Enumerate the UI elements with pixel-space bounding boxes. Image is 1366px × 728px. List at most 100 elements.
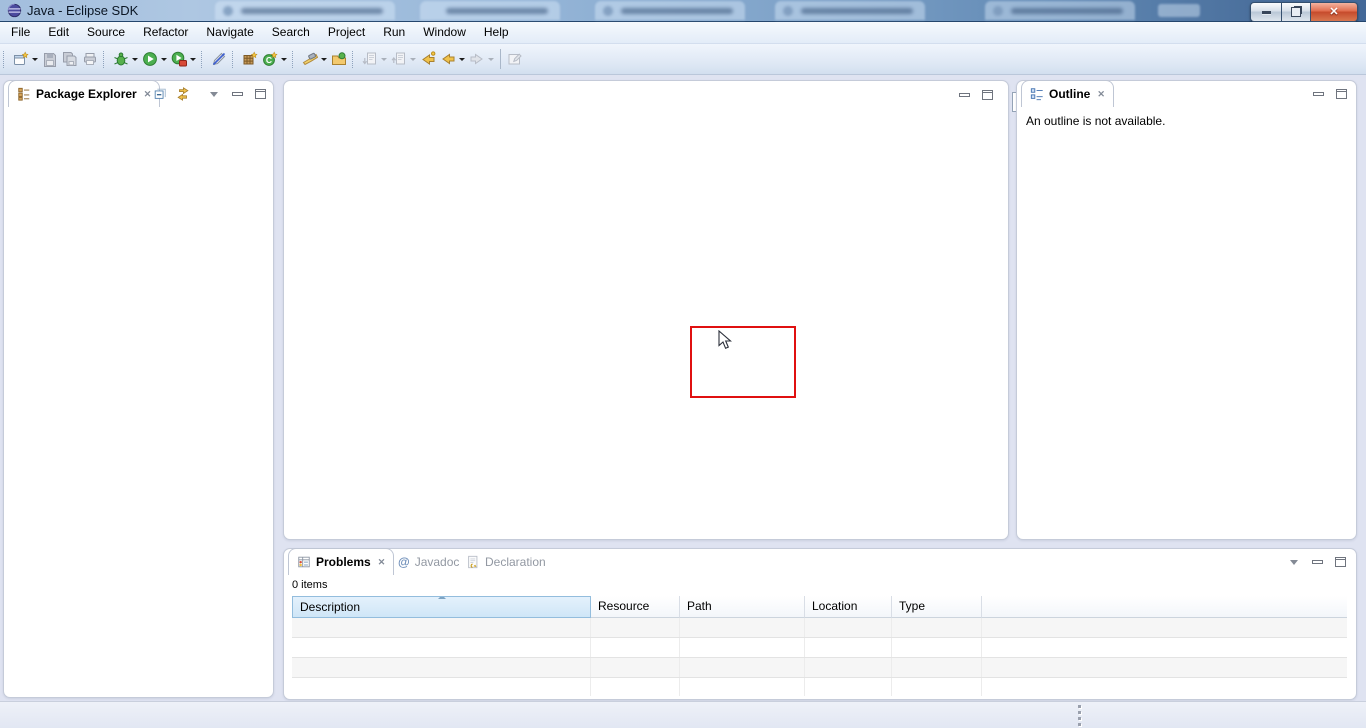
last-edit-location-button[interactable] (418, 48, 438, 70)
status-trim-grip[interactable] (1078, 705, 1081, 728)
menu-navigate[interactable]: Navigate (197, 22, 262, 43)
run-external-tools-button[interactable] (169, 48, 198, 70)
package-explorer-icon (17, 87, 31, 101)
debug-icon (113, 51, 129, 67)
new-java-project-button[interactable] (240, 48, 260, 70)
column-header-location[interactable]: Location (805, 596, 892, 618)
close-view-icon[interactable]: ✕ (378, 558, 386, 567)
collapse-all-icon (153, 87, 167, 101)
back-button[interactable] (438, 48, 467, 70)
column-header-resource[interactable]: Resource (591, 596, 680, 618)
maximize-editor-button[interactable] (980, 88, 994, 102)
new-java-class-icon: C (262, 51, 278, 67)
print-button[interactable] (80, 48, 100, 70)
new-wizard-icon (13, 51, 29, 67)
save-icon (42, 51, 58, 67)
menu-edit[interactable]: Edit (39, 22, 78, 43)
column-header-description[interactable]: Description (292, 596, 591, 618)
toolbar-drag-handle[interactable] (352, 51, 356, 68)
search-button[interactable] (300, 48, 329, 70)
new-java-class-button[interactable]: C (260, 48, 289, 70)
editor-area[interactable] (283, 80, 1009, 540)
dropdown-arrow-icon (488, 58, 494, 61)
view-controls (1287, 555, 1347, 569)
tab-label: Declaration (485, 555, 546, 569)
minimize-view-button[interactable] (1311, 87, 1325, 101)
toolbar-drag-handle[interactable] (292, 51, 296, 68)
dropdown-arrow-icon (410, 58, 416, 61)
minimize-icon (1262, 11, 1271, 14)
minimize-view-button[interactable] (230, 87, 244, 101)
toolbar-drag-handle[interactable] (103, 51, 107, 68)
link-with-editor-button[interactable] (176, 87, 190, 101)
restore-button[interactable] (1281, 2, 1311, 22)
window-title: Java - Eclipse SDK (27, 3, 138, 18)
dropdown-arrow-icon (132, 58, 138, 61)
view-menu-button[interactable] (207, 87, 221, 101)
minimize-button[interactable] (1250, 2, 1281, 22)
tab-label: Package Explorer (36, 87, 137, 101)
table-row (292, 638, 1347, 658)
column-header-path[interactable]: Path (680, 596, 805, 618)
tab-label: Problems (316, 555, 371, 569)
title-bar[interactable]: Java - Eclipse SDK ✕ (0, 0, 1366, 22)
toolbar-drag-handle[interactable] (201, 51, 205, 68)
menu-refactor[interactable]: Refactor (134, 22, 197, 43)
maximize-view-icon (255, 89, 266, 99)
column-header-type[interactable]: Type (892, 596, 982, 618)
tab-outline[interactable]: Outline ✕ (1021, 80, 1114, 107)
task-folder-icon (331, 51, 347, 67)
toolbar-drag-handle[interactable] (3, 51, 7, 68)
red-rectangle (690, 326, 796, 398)
close-button[interactable]: ✕ (1311, 2, 1358, 22)
maximize-view-button[interactable] (1333, 555, 1347, 569)
background-window-tab (215, 1, 395, 20)
run-icon (142, 51, 158, 67)
tab-declaration[interactable]: Declaration (456, 549, 556, 575)
tab-package-explorer[interactable]: Package Explorer ✕ (8, 80, 160, 107)
last-edit-location-icon (420, 51, 436, 67)
menu-source[interactable]: Source (78, 22, 134, 43)
chevron-down-icon (1290, 560, 1298, 565)
open-task-button[interactable] (329, 48, 349, 70)
menu-window[interactable]: Window (414, 22, 475, 43)
dropdown-arrow-icon (281, 58, 287, 61)
menu-search[interactable]: Search (263, 22, 319, 43)
new-java-project-icon (242, 51, 258, 67)
dropdown-arrow-icon (381, 58, 387, 61)
close-icon: ✕ (1329, 7, 1338, 18)
minimize-editor-button[interactable] (957, 88, 971, 102)
pin-editor-icon (507, 51, 523, 67)
toolbar-drag-handle[interactable] (232, 51, 236, 68)
eclipse-window: Java - Eclipse SDK ✕ File Edit Source Re… (0, 0, 1366, 728)
collapse-all-button[interactable] (153, 87, 167, 101)
close-view-icon[interactable]: ✕ (1097, 90, 1105, 99)
toolbar-separator (500, 49, 501, 69)
debug-button[interactable] (111, 48, 140, 70)
menu-help[interactable]: Help (475, 22, 518, 43)
pin-editor-button[interactable] (505, 48, 525, 70)
toggle-mark-occurrences-button[interactable] (209, 48, 229, 70)
menu-file[interactable]: File (2, 22, 39, 43)
close-view-icon[interactable]: ✕ (144, 90, 152, 99)
forward-button[interactable] (467, 48, 496, 70)
previous-annotation-button[interactable] (389, 48, 418, 70)
minimize-view-button[interactable] (1310, 555, 1324, 569)
save-all-button[interactable] (60, 48, 80, 70)
sort-ascending-icon (438, 596, 446, 599)
menu-run[interactable]: Run (374, 22, 414, 43)
maximize-view-button[interactable] (253, 87, 267, 101)
background-window-tab (595, 1, 745, 20)
maximize-view-button[interactable] (1334, 87, 1348, 101)
outline-message: An outline is not available. (1026, 114, 1165, 128)
run-button[interactable] (140, 48, 169, 70)
view-menu-button[interactable] (1287, 555, 1301, 569)
maximize-view-icon (1335, 557, 1346, 567)
save-button[interactable] (40, 48, 60, 70)
menu-project[interactable]: Project (319, 22, 374, 43)
background-window-tab (1158, 4, 1200, 17)
new-wizard-button[interactable] (11, 48, 40, 70)
dropdown-arrow-icon (190, 58, 196, 61)
next-annotation-button[interactable] (360, 48, 389, 70)
tab-problems[interactable]: Problems ✕ (288, 548, 394, 575)
